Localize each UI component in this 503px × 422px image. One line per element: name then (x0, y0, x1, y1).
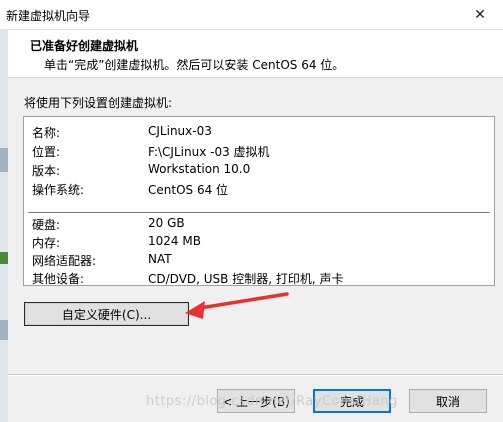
watermark-text: https://blog.csdn.net/RayConstHang (146, 394, 398, 409)
wizard-dialog: 已准备好创建虚拟机 单击“完成”创建虚拟机。然后可以安装 CentOS 64 位… (8, 30, 503, 422)
red-arrow-icon (185, 292, 289, 319)
title-bar: 新建虚拟机向导 ✕ (0, 0, 503, 30)
wizard-window: 新建虚拟机向导 ✕ 已准备好创建虚拟机 单击“完成”创建虚拟机。然后可以安装 C… (0, 0, 503, 422)
arrow-head (185, 301, 205, 319)
cancel-button[interactable]: 取消 (409, 389, 487, 413)
close-icon[interactable]: ✕ (457, 0, 503, 30)
background-window-strip (0, 30, 8, 422)
window-title: 新建虚拟机向导 (6, 9, 91, 23)
arrow-shaft (198, 292, 289, 310)
